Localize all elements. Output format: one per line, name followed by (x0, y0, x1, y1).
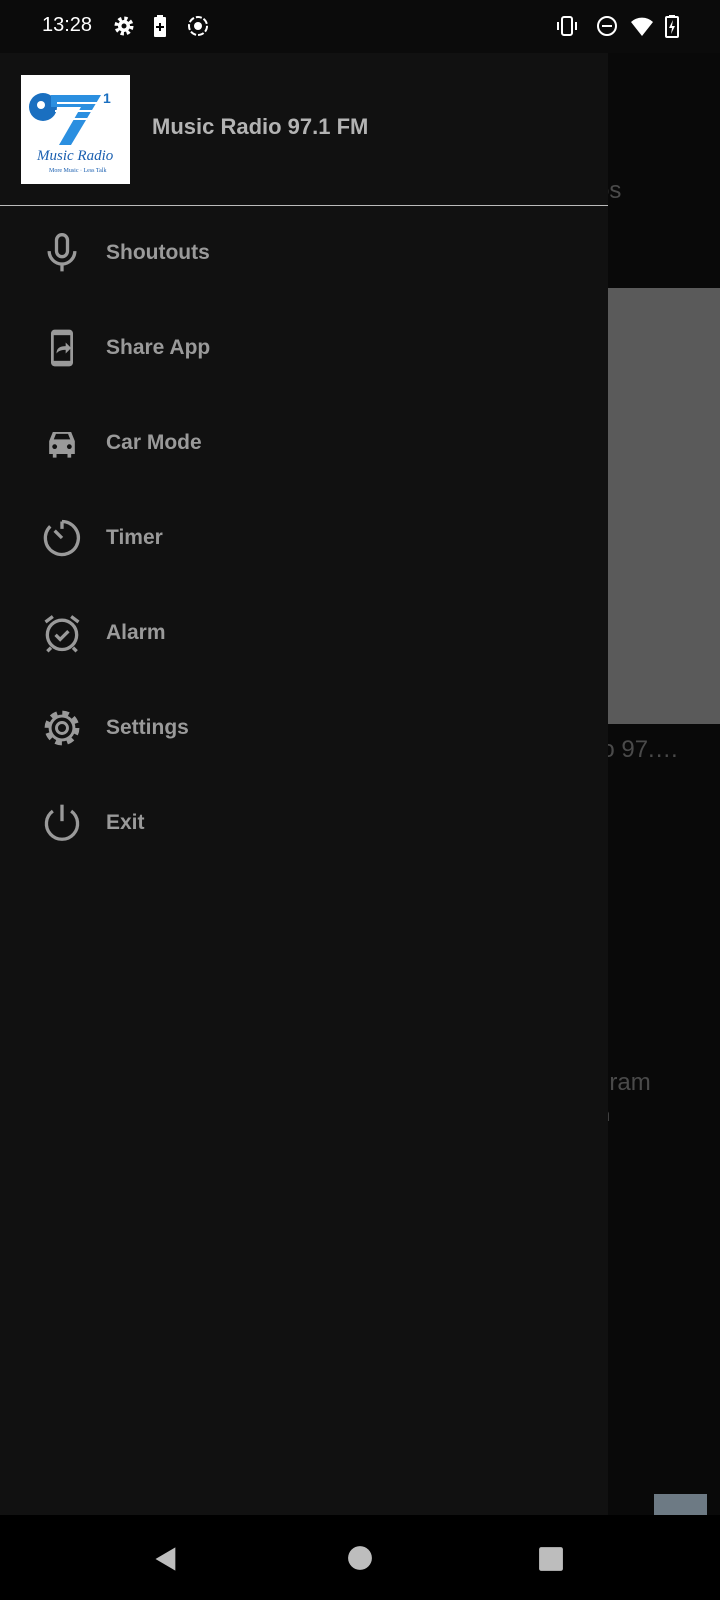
drawer-item-label: Share App (106, 336, 211, 359)
car-icon (49, 432, 75, 458)
drawer-item-label: Settings (106, 716, 189, 739)
share-phone-icon (51, 329, 73, 367)
home-button[interactable] (347, 1545, 373, 1571)
timer-icon (43, 519, 80, 557)
drawer-item-settings[interactable]: Settings (0, 683, 608, 773)
drawer-item-label: Exit (106, 811, 145, 834)
wifi-icon (631, 17, 653, 36)
vibrate-icon (557, 16, 577, 36)
drawer-item-shoutouts[interactable]: Shoutouts (0, 208, 608, 298)
alarm-icon (44, 615, 80, 653)
station-name-fragment: io 97.… (596, 736, 679, 763)
battery-charging-icon (665, 15, 679, 38)
drawer-item-label: Car Mode (106, 431, 202, 454)
drawer-item-label: Shoutouts (106, 241, 210, 264)
app-logo: 1 Music Radio More Music · Less Talk (21, 75, 130, 184)
status-bar: 13:28 (0, 0, 720, 53)
power-icon (44, 804, 80, 841)
back-button[interactable] (152, 1545, 180, 1573)
svg-text:More Music · Less Talk: More Music · Less Talk (49, 168, 106, 174)
drawer-item-label: Timer (106, 526, 163, 549)
drawer-item-alarm[interactable]: Alarm (0, 588, 608, 678)
do-not-disturb-icon (597, 16, 617, 36)
navigation-drawer: 1 Music Radio More Music · Less Talk Mus… (0, 53, 608, 1515)
drawer-item-share-app[interactable]: Share App (0, 303, 608, 393)
drawer-item-timer[interactable]: Timer (0, 493, 608, 583)
microphone-icon (47, 233, 77, 272)
gear-icon (114, 16, 134, 36)
battery-saver-icon (154, 15, 166, 37)
gear-icon (44, 710, 80, 746)
system-navigation-bar (0, 1515, 720, 1600)
status-time: 13:28 (42, 14, 93, 36)
drawer-item-exit[interactable]: Exit (0, 778, 608, 868)
svg-text:1: 1 (103, 90, 111, 106)
app-title: Music Radio 97.1 FM (152, 114, 369, 139)
header-divider (0, 205, 608, 206)
station-artwork (608, 288, 720, 724)
drawer-item-label: Alarm (106, 621, 166, 644)
svg-text:Music Radio: Music Radio (36, 148, 114, 164)
screen-record-icon (188, 16, 208, 36)
recents-button[interactable] (538, 1546, 564, 1572)
drawer-item-car-mode[interactable]: Car Mode (0, 398, 608, 488)
